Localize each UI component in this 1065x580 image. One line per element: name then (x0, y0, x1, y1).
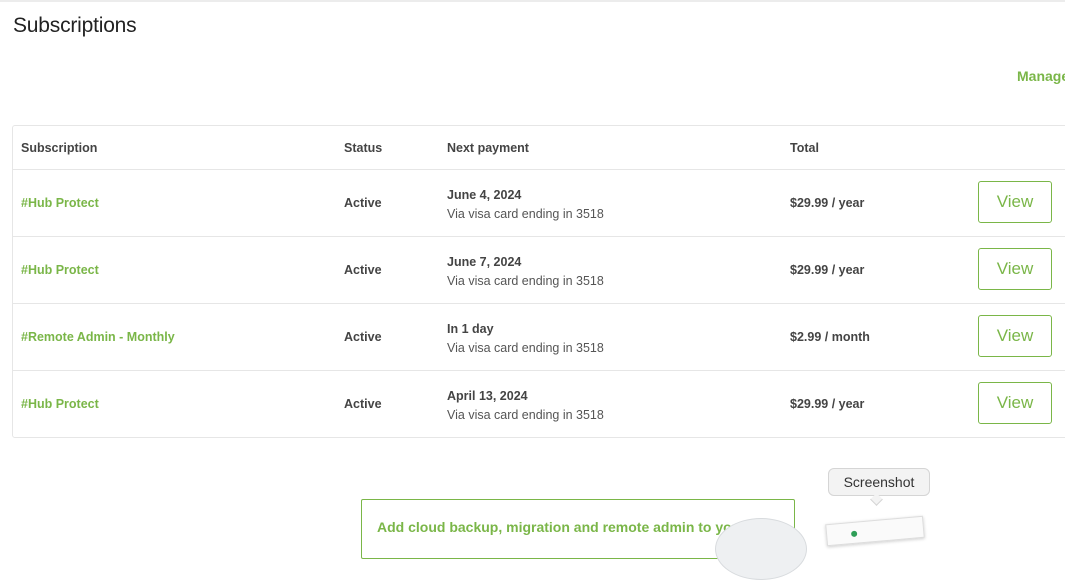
promo-text: Add cloud backup, migration and remote a… (377, 519, 776, 535)
header-status: Status (344, 141, 383, 155)
next-payment-date: April 13, 2024 (447, 389, 528, 403)
total-amount: $29.99 / year (790, 196, 865, 210)
subscription-link[interactable]: #Hub Protect (21, 196, 99, 210)
view-button[interactable]: View (978, 315, 1052, 357)
next-payment-method: Via visa card ending in 3518 (447, 408, 604, 422)
header-subscription: Subscription (21, 141, 98, 155)
status-text: Active (344, 330, 382, 344)
subscription-link[interactable]: #Remote Admin - Monthly (21, 330, 175, 344)
next-payment-date: June 7, 2024 (447, 255, 522, 269)
table-row: #Hub Protect Active April 13, 2024 Via v… (13, 370, 1065, 437)
view-button[interactable]: View (978, 181, 1052, 223)
header-next-payment: Next payment (447, 141, 529, 155)
next-payment-date: In 1 day (447, 322, 494, 336)
next-payment-method: Via visa card ending in 3518 (447, 274, 604, 288)
hub-device-image (715, 518, 807, 580)
top-divider (0, 0, 1065, 2)
view-button[interactable]: View (978, 248, 1052, 290)
subscription-link[interactable]: #Hub Protect (21, 263, 99, 277)
next-payment-date: June 4, 2024 (447, 188, 522, 202)
table-row: #Hub Protect Active June 4, 2024 Via vis… (13, 169, 1065, 236)
subscription-link[interactable]: #Hub Protect (21, 397, 99, 411)
manage-link[interactable]: Manage (1017, 68, 1065, 84)
next-payment-method: Via visa card ending in 3518 (447, 207, 604, 221)
view-button[interactable]: View (978, 382, 1052, 424)
next-payment-method: Via visa card ending in 3518 (447, 341, 604, 355)
page-title: Subscriptions (13, 14, 137, 37)
subscriptions-table: Subscription Status Next payment Total #… (12, 125, 1065, 438)
total-amount: $29.99 / year (790, 397, 865, 411)
total-amount: $29.99 / year (790, 263, 865, 277)
total-amount: $2.99 / month (790, 330, 870, 344)
next-payment: In 1 day Via visa card ending in 3518 (447, 320, 604, 358)
screenshot-thumbnail-icon[interactable] (825, 515, 925, 547)
next-payment: April 13, 2024 Via visa card ending in 3… (447, 387, 604, 425)
screenshot-tooltip: Screenshot (828, 468, 930, 496)
next-payment: June 4, 2024 Via visa card ending in 351… (447, 186, 604, 224)
header-total: Total (790, 141, 819, 155)
table-row: #Hub Protect Active June 7, 2024 Via vis… (13, 236, 1065, 303)
status-text: Active (344, 263, 382, 277)
table-row: #Remote Admin - Monthly Active In 1 day … (13, 303, 1065, 370)
thumbnail-dot (850, 530, 858, 538)
next-payment: June 7, 2024 Via visa card ending in 351… (447, 253, 604, 291)
status-text: Active (344, 196, 382, 210)
table-header-row: Subscription Status Next payment Total (13, 126, 1065, 169)
status-text: Active (344, 397, 382, 411)
